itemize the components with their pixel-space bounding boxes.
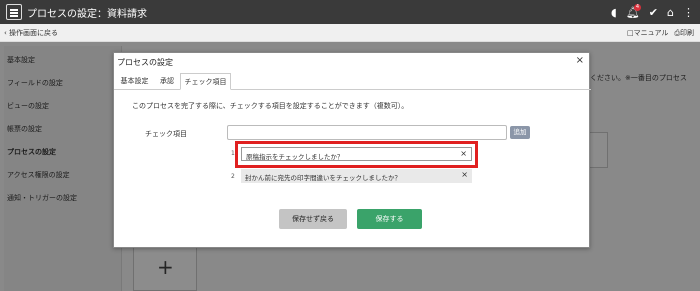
page-title: プロセスの設定：資料請求 xyxy=(27,9,147,20)
hamburger-menu-icon[interactable] xyxy=(6,4,22,20)
highlight-box xyxy=(235,141,478,168)
save-button[interactable]: 保存する xyxy=(357,209,422,229)
process-settings-dialog: プロセスの設定 × 基本設定 承認 チェック項目 このプロセスを完了する際に、チ… xyxy=(113,52,591,248)
check-icon[interactable]: ✔ xyxy=(649,6,658,19)
remove-item-icon[interactable]: × xyxy=(461,170,468,179)
dialog-description: このプロセスを完了する際に、チェックする項目を設定することができます（複数可）。 xyxy=(132,102,409,110)
back-to-operation-link[interactable]: ‹ 操作画面に戻る xyxy=(4,28,58,38)
check-item-label: チェック項目 xyxy=(145,130,187,138)
add-button[interactable]: 追加 xyxy=(510,126,530,139)
shield-icon[interactable]: ◖ xyxy=(611,6,617,19)
sub-toolbar: ‹ 操作画面に戻る □マニュアル ⎙印刷 xyxy=(0,24,700,42)
bell-icon[interactable]: 🔔︎ 4 xyxy=(626,3,642,19)
print-link[interactable]: ⎙印刷 xyxy=(674,28,694,38)
dialog-title: プロセスの設定 xyxy=(117,58,173,67)
header-icons: ◖ 🔔︎ 4 ✔ ⌂ ⋮ xyxy=(611,3,694,20)
dialog-tabs: 基本設定 承認 チェック項目 xyxy=(114,73,591,90)
tab-approval[interactable]: 承認 xyxy=(155,73,179,90)
close-icon[interactable]: × xyxy=(576,55,584,66)
notification-badge: 4 xyxy=(633,3,642,11)
cancel-button[interactable]: 保存せず戻る xyxy=(279,209,347,229)
app-header: プロセスの設定：資料請求 ◖ 🔔︎ 4 ✔ ⌂ ⋮ xyxy=(0,0,700,24)
item-number: 2 xyxy=(231,173,235,180)
home-icon[interactable]: ⌂ xyxy=(667,6,674,19)
tab-basic[interactable]: 基本設定 xyxy=(115,73,154,90)
item-text: 封かん前に宛先の印字間違いをチェックしましたか？ xyxy=(245,174,401,182)
tab-check-items[interactable]: チェック項目 xyxy=(180,73,231,90)
check-item-input[interactable] xyxy=(227,125,507,140)
more-icon[interactable]: ⋮ xyxy=(683,6,694,19)
manual-link[interactable]: □マニュアル xyxy=(627,28,668,38)
list-item[interactable]: 封かん前に宛先の印字間違いをチェックしましたか？ × xyxy=(241,169,472,183)
